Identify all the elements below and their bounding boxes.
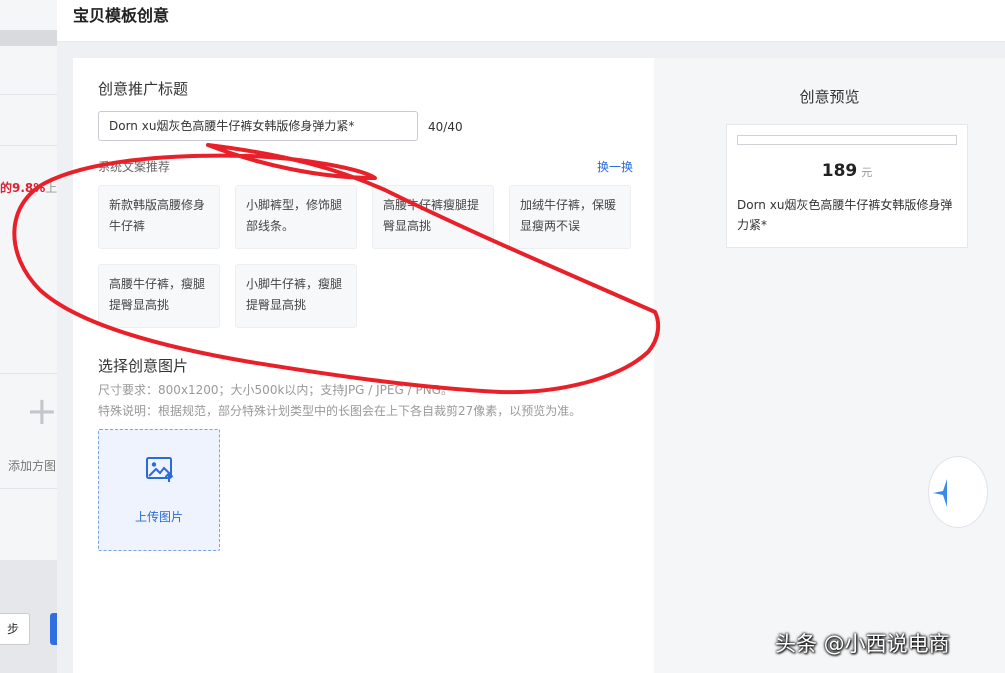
background-divider bbox=[0, 488, 60, 489]
suggestion-text: 小脚裤型，修饰腿 bbox=[246, 198, 343, 212]
preview-image-placeholder bbox=[737, 135, 957, 145]
image-section-heading: 选择创意图片 bbox=[98, 357, 189, 375]
suggestion-text: 提臀显高挑 bbox=[246, 298, 307, 312]
suggestion-text: 部线条。 bbox=[246, 219, 295, 233]
size-requirement-hint: 尺寸要求：800x1200；大小500k以内；支持JPG / JPEG / PN… bbox=[98, 383, 453, 397]
preview-panel: 创意预览 189 元 Dorn xu烟灰色高腰牛仔裤女韩版修身弹力紧* bbox=[654, 58, 1005, 673]
suggestion-chip[interactable]: 高腰牛仔裤瘦腿提 臀显高挑 bbox=[372, 185, 494, 249]
background-percent-text: 的9.8%上 bbox=[0, 181, 58, 195]
char-count: 40/40 bbox=[428, 120, 463, 134]
plus-icon[interactable]: + bbox=[26, 392, 58, 430]
suggestion-text: 加绒牛仔裤，保暖 bbox=[520, 198, 617, 212]
upload-image-label: 上传图片 bbox=[134, 510, 183, 524]
suggestion-text: 臀显高挑 bbox=[383, 219, 432, 233]
previous-step-button[interactable]: 步 bbox=[0, 613, 30, 645]
modal-header: 宝贝模板创意 bbox=[57, 0, 1005, 42]
suggestion-text: 牛仔裤 bbox=[109, 219, 146, 233]
floating-assistant-button[interactable] bbox=[928, 456, 988, 528]
preview-title-text: Dorn xu烟灰色高腰牛仔裤女韩版修身弹力紧* bbox=[737, 198, 953, 232]
creative-title-input[interactable]: Dorn xu烟灰色高腰牛仔裤女韩版修身弹力紧* bbox=[98, 111, 418, 141]
image-upload-icon bbox=[146, 457, 174, 482]
suggestion-chip[interactable]: 小脚裤型，修饰腿 部线条。 bbox=[235, 185, 357, 249]
suggestion-chip[interactable]: 新款韩版高腰修身 牛仔裤 bbox=[98, 185, 220, 249]
suggestion-text: 小脚牛仔裤，瘦腿 bbox=[246, 277, 343, 291]
background-page: 的9.8%上 + 添加方图 步 bbox=[0, 0, 60, 673]
background-divider bbox=[0, 145, 60, 146]
creative-form-panel: 创意推广标题 Dorn xu烟灰色高腰牛仔裤女韩版修身弹力紧* 40/40 系统… bbox=[73, 58, 654, 673]
creative-modal: 宝贝模板创意 创意推广标题 Dorn xu烟灰色高腰牛仔裤女韩版修身弹力紧* 4… bbox=[57, 0, 1005, 673]
suggestion-text: 提臀显高挑 bbox=[109, 298, 170, 312]
background-divider bbox=[0, 373, 60, 374]
suggestion-chip[interactable]: 加绒牛仔裤，保暖 显瘦两不误 bbox=[509, 185, 631, 249]
preview-card: 189 元 Dorn xu烟灰色高腰牛仔裤女韩版修身弹力紧* bbox=[726, 124, 968, 248]
background-divider bbox=[0, 94, 60, 95]
swap-suggestions-link[interactable]: 换一换 bbox=[597, 158, 633, 175]
creative-title-section-heading: 创意推广标题 bbox=[98, 80, 189, 98]
upload-image-button[interactable]: 上传图片 bbox=[98, 429, 220, 551]
suggestion-text: 显瘦两不误 bbox=[520, 219, 581, 233]
star-icon bbox=[933, 479, 947, 507]
recommend-label: 系统文案推荐 bbox=[98, 160, 171, 174]
special-note-hint: 特殊说明：根据规范，部分特殊计划类型中的长图会在上下各自裁剪27像素，以预览为准… bbox=[98, 404, 582, 418]
modal-title: 宝贝模板创意 bbox=[73, 6, 170, 25]
preview-title: 创意预览 bbox=[799, 88, 860, 106]
suggestion-chip[interactable]: 小脚牛仔裤，瘦腿 提臀显高挑 bbox=[235, 264, 357, 328]
background-header-band bbox=[0, 30, 60, 46]
suggestion-text: 高腰牛仔裤瘦腿提 bbox=[383, 198, 480, 212]
suggestion-chip[interactable]: 高腰牛仔裤，瘦腿 提臀显高挑 bbox=[98, 264, 220, 328]
preview-price: 189 元 bbox=[821, 161, 873, 181]
background-add-image-label: 添加方图 bbox=[8, 459, 57, 473]
suggestion-text: 高腰牛仔裤，瘦腿 bbox=[109, 277, 206, 291]
watermark: 头条 @小西说电商 bbox=[775, 632, 950, 656]
suggestion-text: 新款韩版高腰修身 bbox=[109, 198, 206, 212]
